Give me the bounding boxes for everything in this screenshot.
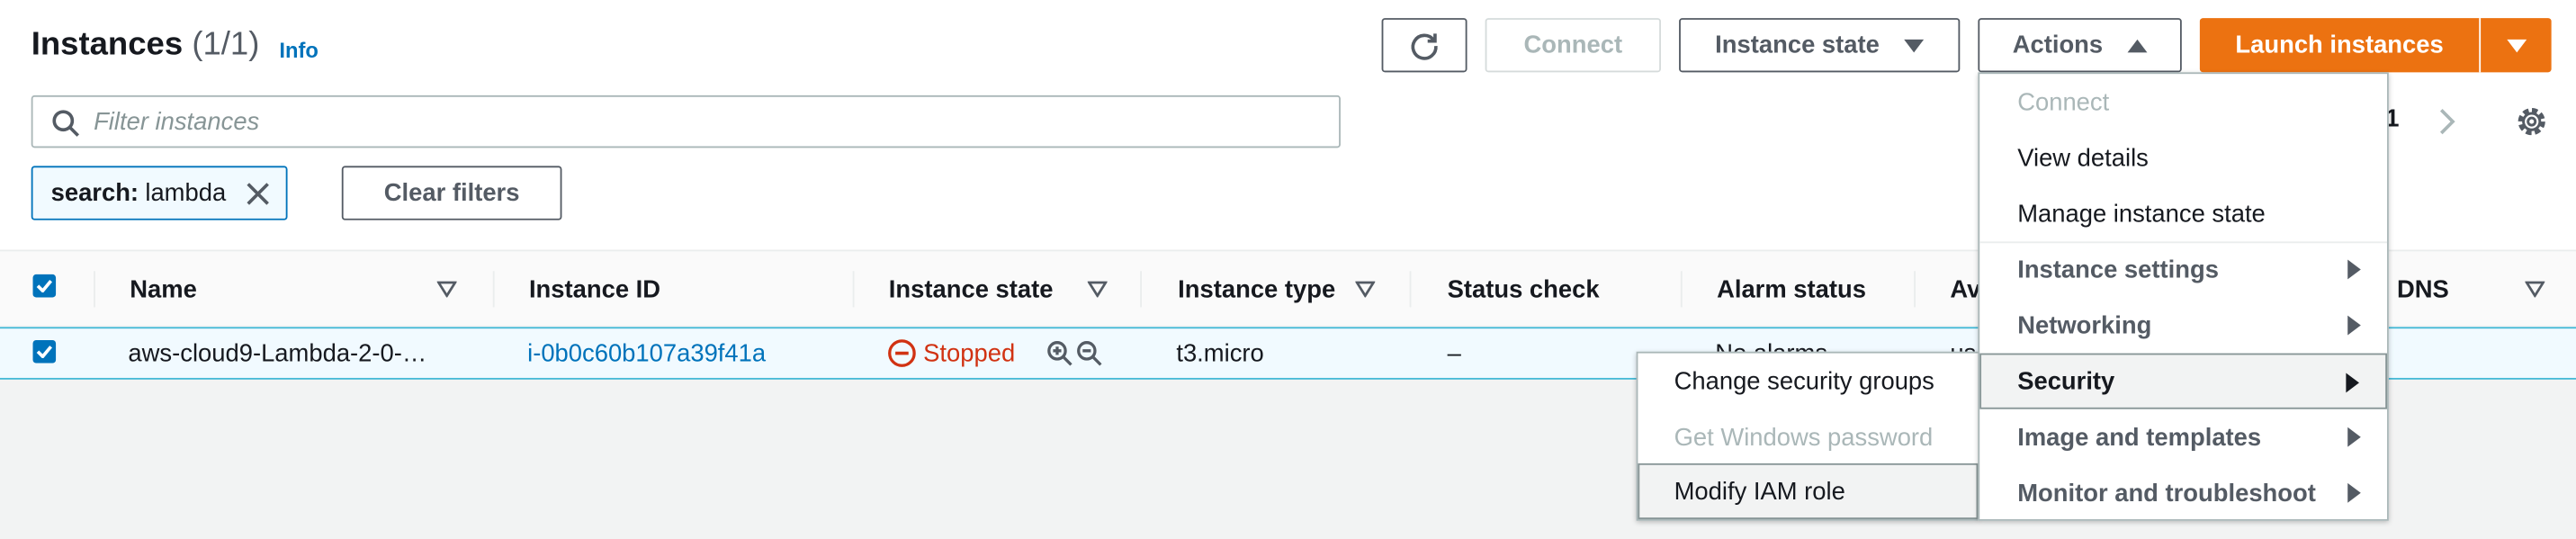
menu-item-get-windows-password[interactable]: Get Windows password — [1638, 409, 1978, 465]
cell-instance-type: t3.micro — [1176, 339, 1264, 368]
cell-status-check: – — [1447, 339, 1461, 368]
column-header-availability-zone[interactable]: Av — [1950, 251, 1980, 327]
caret-right-icon — [2347, 427, 2361, 447]
zoom-in-icon[interactable] — [1046, 340, 1073, 366]
menu-item-label: Image and templates — [2017, 423, 2262, 452]
launch-instances-split-button: Launch instances — [2199, 18, 2552, 73]
instance-count: (1/1) — [192, 26, 260, 63]
row-checkbox[interactable] — [32, 339, 57, 364]
clear-filters-button[interactable]: Clear filters — [341, 166, 562, 220]
stopped-icon — [888, 339, 916, 367]
column-header-instance-id[interactable]: Instance ID — [529, 251, 660, 327]
refresh-icon — [1411, 32, 1438, 59]
menu-item-modify-iam-role[interactable]: Modify IAM role — [1638, 463, 1979, 519]
close-icon[interactable] — [245, 181, 271, 207]
column-header-instance-state[interactable]: Instance state — [889, 251, 1054, 327]
cell-instance-state: Stopped — [887, 328, 1015, 378]
caret-right-icon — [2346, 373, 2359, 393]
search-box — [31, 94, 1341, 148]
page-title-text: Instances — [31, 26, 184, 63]
column-header-instance-type[interactable]: Instance type — [1178, 251, 1335, 327]
sort-icon[interactable] — [1355, 281, 1376, 298]
search-input[interactable] — [94, 96, 1310, 147]
actions-button[interactable]: Actions — [1978, 18, 2182, 73]
filter-token: search: lambda — [31, 166, 288, 220]
menu-item-connect[interactable]: Connect — [1979, 74, 2387, 130]
column-header-alarm-status[interactable]: Alarm status — [1717, 251, 1866, 327]
menu-item-change-security-groups[interactable]: Change security groups — [1638, 354, 1978, 409]
filter-token-key: search: — [50, 179, 139, 208]
security-submenu: Change security groups Get Windows passw… — [1636, 351, 1980, 521]
menu-item-instance-settings[interactable]: Instance settings — [1979, 241, 2387, 297]
zoom-out-icon[interactable] — [1076, 340, 1102, 366]
caret-right-icon — [2347, 259, 2361, 280]
select-all-checkbox[interactable] — [32, 274, 57, 298]
chevron-right-icon[interactable] — [2438, 107, 2458, 137]
clear-filters-label: Clear filters — [383, 179, 520, 208]
menu-item-label: Networking — [2017, 311, 2152, 340]
gear-icon[interactable] — [2515, 105, 2548, 139]
connect-button-label: Connect — [1523, 31, 1623, 59]
launch-instances-button[interactable]: Launch instances — [2200, 18, 2482, 73]
menu-item-label: Security — [2017, 367, 2115, 396]
column-header-dns[interactable]: DNS — [2397, 251, 2449, 327]
checkmark-icon — [36, 280, 53, 293]
refresh-button[interactable] — [1381, 18, 1468, 73]
caret-right-icon — [2347, 482, 2361, 503]
menu-item-view-details[interactable]: View details — [1979, 130, 2387, 185]
caret-up-icon — [2127, 38, 2148, 52]
menu-item-security[interactable]: Security — [1979, 353, 2388, 409]
cell-name: aws-cloud9-Lambda-2-0-… — [128, 339, 427, 368]
menu-item-networking[interactable]: Networking — [1979, 297, 2387, 353]
caret-down-icon — [2506, 38, 2527, 52]
sort-icon[interactable] — [1087, 281, 1108, 298]
filter-token-value: lambda — [145, 179, 227, 208]
connect-button[interactable]: Connect — [1485, 18, 1661, 73]
search-icon — [52, 110, 80, 137]
ec2-instances-page: Instances (1/1) Info Connect Instance st… — [0, 0, 2576, 539]
cell-instance-id-link[interactable]: i-0b0c60b107a39f41a — [527, 328, 766, 378]
instance-state-button[interactable]: Instance state — [1679, 18, 1961, 73]
instance-state-button-label: Instance state — [1715, 31, 1880, 59]
menu-item-monitor-and-troubleshoot[interactable]: Monitor and troubleshoot — [1979, 465, 2387, 521]
checkmark-icon — [36, 346, 53, 359]
menu-item-manage-instance-state[interactable]: Manage instance state — [1979, 185, 2387, 241]
sort-icon[interactable] — [2525, 281, 2545, 298]
launch-instances-dropdown-button[interactable] — [2481, 18, 2552, 72]
menu-item-label: Monitor and troubleshoot — [2017, 479, 2316, 508]
caret-down-icon — [1904, 38, 1925, 52]
menu-item-label: Instance settings — [2017, 255, 2219, 283]
actions-menu: Connect View details Manage instance sta… — [1978, 72, 2389, 521]
instance-state-text: Stopped — [923, 339, 1016, 368]
menu-item-image-and-templates[interactable]: Image and templates — [1979, 409, 2387, 465]
page-title: Instances (1/1) — [31, 26, 260, 64]
column-header-status-check[interactable]: Status check — [1448, 251, 1600, 327]
actions-button-label: Actions — [2012, 31, 2104, 59]
info-link[interactable]: Info — [279, 38, 319, 62]
column-header-name[interactable]: Name — [130, 251, 197, 327]
sort-icon[interactable] — [436, 281, 457, 298]
caret-right-icon — [2347, 315, 2361, 336]
